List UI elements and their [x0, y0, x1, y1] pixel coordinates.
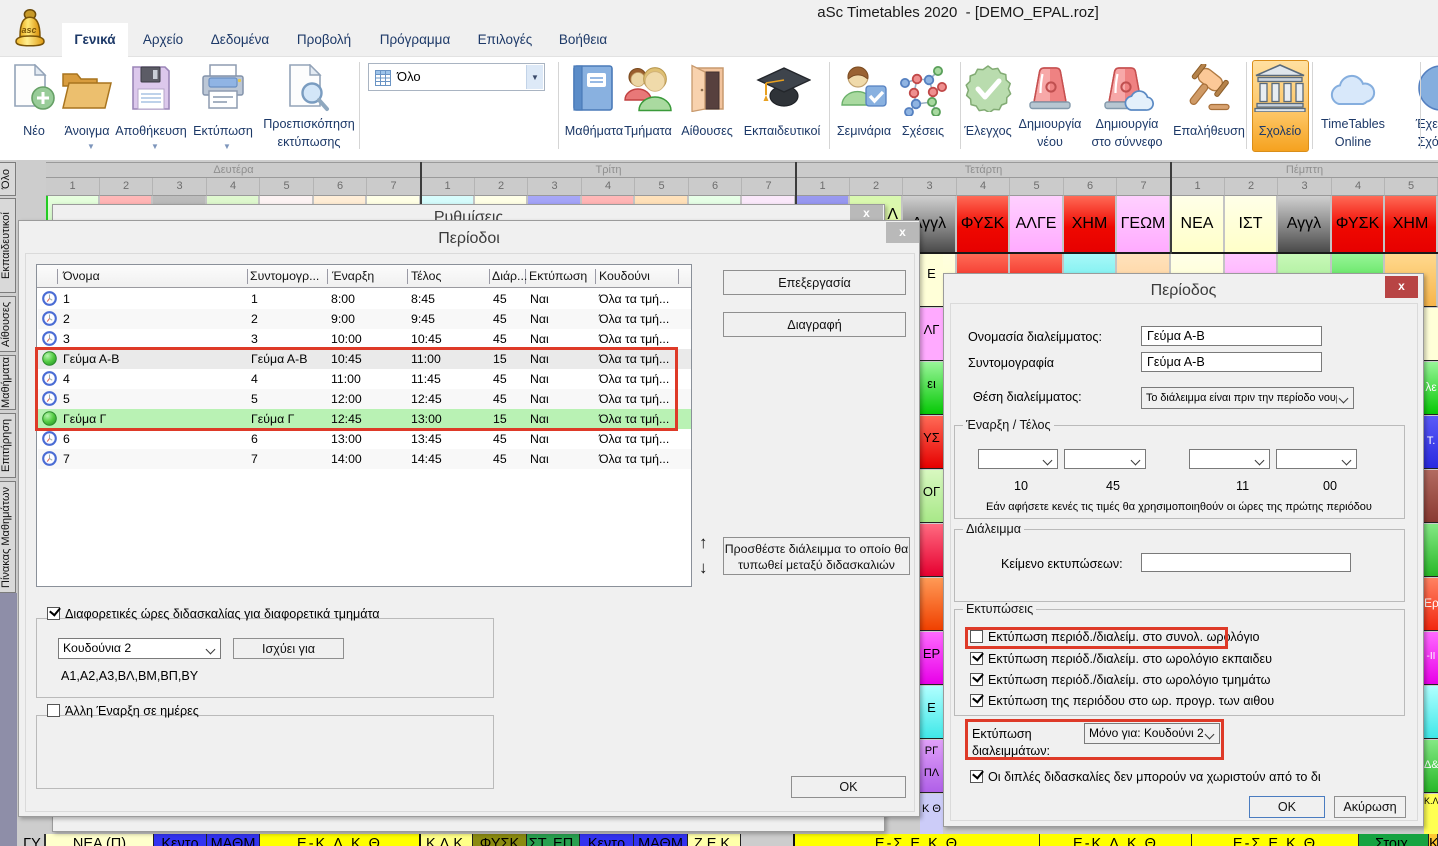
svg-text:asc: asc [21, 25, 36, 35]
